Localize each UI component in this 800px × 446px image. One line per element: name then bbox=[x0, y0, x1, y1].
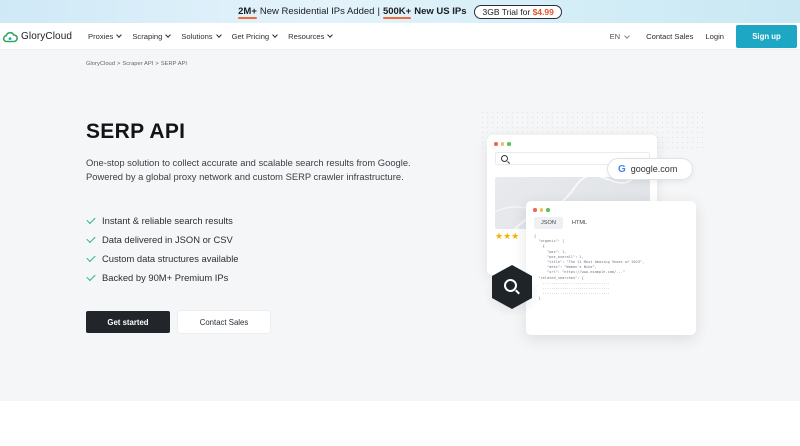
menu-label: Proxies bbox=[88, 31, 114, 41]
trial-text: 3GB Trial for bbox=[482, 6, 531, 17]
chevron-down-icon bbox=[624, 32, 630, 39]
breadcrumb: GloryCloud > Scraper API > SERP API bbox=[86, 61, 187, 67]
language-label: EN bbox=[609, 32, 621, 41]
feature-item: Data delivered in JSON or CSV bbox=[86, 230, 239, 249]
menu-item-proxies[interactable]: Proxies bbox=[88, 31, 123, 41]
hero-description: One-stop solution to collect accurate an… bbox=[86, 157, 411, 182]
hero-section: GloryCloud > Scraper API > SERP API SERP… bbox=[0, 50, 800, 401]
window-dot-green bbox=[507, 142, 511, 146]
serp-illustration: ★★★ G google.com JSON HTML { "organic": … bbox=[470, 105, 730, 350]
menu-label: Solutions bbox=[181, 31, 213, 41]
check-icon bbox=[86, 233, 96, 243]
page-title: SERP API bbox=[86, 120, 186, 143]
chevron-down-icon bbox=[272, 32, 278, 38]
menu-item-solutions[interactable]: Solutions bbox=[181, 31, 222, 41]
trial-price: $4.99 bbox=[532, 6, 554, 17]
chevron-down-icon bbox=[165, 32, 172, 38]
feature-text: Instant & reliable search results bbox=[102, 215, 233, 226]
feature-item: Custom data structures available bbox=[86, 249, 239, 268]
window-dot-yellow bbox=[500, 142, 504, 146]
format-tabs: JSON HTML bbox=[534, 217, 594, 229]
json-code-sample: { "organic": [ { "pos": 1, "pos_overall"… bbox=[534, 234, 645, 300]
menu-label: Resources bbox=[288, 31, 325, 41]
get-started-button[interactable]: Get started bbox=[86, 311, 170, 333]
breadcrumb-current: SERP API bbox=[160, 61, 188, 67]
chevron-down-icon bbox=[327, 32, 334, 38]
breadcrumb-separator: > bbox=[117, 61, 121, 67]
login-link[interactable]: Login bbox=[705, 32, 724, 41]
menu-item-get-pricing[interactable]: Get Pricing bbox=[232, 32, 278, 41]
check-icon bbox=[86, 214, 96, 224]
breadcrumb-scraper-api[interactable]: Scraper API bbox=[122, 61, 153, 67]
feature-text: Custom data structures available bbox=[102, 253, 239, 264]
cloud-logo-icon bbox=[2, 30, 18, 43]
announcement-bar: 2M+ New Residential IPs Added | 500K+ Ne… bbox=[0, 0, 800, 23]
google-domain-text: google.com bbox=[630, 164, 678, 174]
breadcrumb-separator: > bbox=[155, 61, 159, 67]
feature-item: Instant & reliable search results bbox=[86, 211, 239, 230]
brand-name: GloryCloud bbox=[21, 30, 73, 42]
menu-label: Get Pricing bbox=[231, 31, 270, 41]
nav-actions: EN Contact Sales Login Sign up bbox=[610, 23, 797, 50]
search-icon bbox=[501, 155, 508, 162]
rating-stars: ★★★ bbox=[495, 231, 520, 241]
top-nav: GloryCloud Proxies Scraping Solutions Ge… bbox=[0, 23, 800, 50]
window-dots bbox=[533, 208, 550, 212]
brand-logo[interactable]: GloryCloud bbox=[2, 30, 73, 43]
main-menu: Proxies Scraping Solutions Get Pricing R… bbox=[88, 31, 334, 41]
window-dot-red bbox=[494, 142, 498, 146]
announcement-number-1: 2M+ bbox=[238, 6, 257, 19]
magnifier-hex-badge bbox=[484, 265, 540, 317]
contact-sales-button[interactable]: Contact Sales bbox=[178, 311, 270, 333]
google-domain-pill: G google.com bbox=[607, 158, 693, 180]
language-selector[interactable]: EN bbox=[610, 32, 630, 41]
check-icon bbox=[86, 271, 96, 281]
tab-html: HTML bbox=[571, 220, 588, 226]
google-logo-icon: G bbox=[618, 163, 626, 175]
results-browser-mockup: JSON HTML { "organic": [ { "pos": 1, "po… bbox=[526, 201, 696, 335]
chevron-down-icon bbox=[116, 32, 123, 38]
announcement-text-1: New Residential IPs Added bbox=[259, 6, 375, 17]
trial-pill[interactable]: 3GB Trial for $4.99 bbox=[474, 4, 562, 19]
chevron-down-icon bbox=[215, 32, 222, 38]
window-dots bbox=[494, 142, 511, 146]
tab-json: JSON bbox=[534, 217, 563, 229]
feature-text: Data delivered in JSON or CSV bbox=[102, 234, 233, 245]
magnifier-hex-icon bbox=[504, 279, 517, 292]
announcement-text: 2M+ New Residential IPs Added | 500K+ Ne… bbox=[238, 6, 467, 19]
feature-list: Instant & reliable search results Data d… bbox=[86, 211, 239, 287]
window-dot-green bbox=[546, 208, 550, 212]
signup-button[interactable]: Sign up bbox=[736, 25, 797, 48]
menu-item-resources[interactable]: Resources bbox=[288, 31, 334, 41]
window-dot-yellow bbox=[539, 208, 543, 212]
breadcrumb-home[interactable]: GloryCloud bbox=[86, 61, 115, 67]
announcement-number-2: 500K+ bbox=[382, 6, 412, 19]
announcement-text-2: New US IPs bbox=[414, 6, 467, 17]
window-dot-red bbox=[533, 208, 537, 212]
announcement-separator: | bbox=[377, 6, 380, 17]
lower-section bbox=[0, 401, 800, 446]
menu-item-scraping[interactable]: Scraping bbox=[132, 31, 172, 41]
nav-contact-sales-link[interactable]: Contact Sales bbox=[646, 32, 693, 41]
menu-label: Scraping bbox=[132, 31, 163, 41]
check-icon bbox=[86, 252, 96, 262]
feature-item: Backed by 90M+ Premium IPs bbox=[86, 268, 239, 287]
feature-text: Backed by 90M+ Premium IPs bbox=[102, 272, 229, 283]
